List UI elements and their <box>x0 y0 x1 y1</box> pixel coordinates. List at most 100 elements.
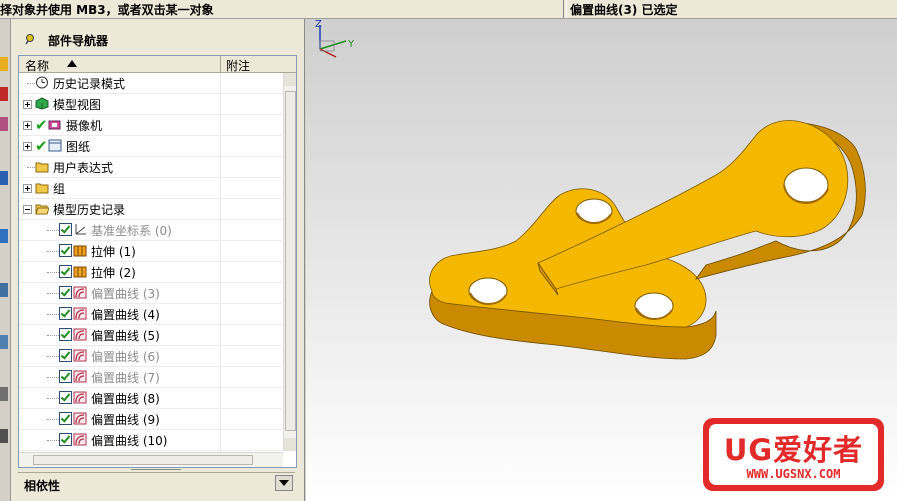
visibility-checkbox[interactable] <box>59 370 72 383</box>
tree-row[interactable]: 偏置曲线 (10) <box>19 430 282 451</box>
tree-row[interactable]: 偏置曲线 (7) <box>19 367 282 388</box>
scroll-up-button[interactable] <box>284 73 296 86</box>
resource-icon-5[interactable] <box>0 229 8 243</box>
navigator-header: 部件导航器 <box>11 27 304 55</box>
tree-row[interactable]: 基准坐标系 (0) <box>19 220 282 241</box>
offset-curve-icon <box>73 328 87 341</box>
dependencies-expand-button[interactable] <box>275 475 293 491</box>
column-divider[interactable] <box>220 56 221 72</box>
tree-row-label: 模型历史记录 <box>53 203 126 217</box>
visibility-checkbox[interactable] <box>59 286 72 299</box>
notes-cell <box>220 430 221 450</box>
tree-expand-icon[interactable] <box>23 100 32 109</box>
triad-y-label: Y <box>347 39 355 50</box>
tree-expand-icon[interactable] <box>23 121 32 130</box>
view-triad[interactable]: Z Y <box>306 19 366 59</box>
tree-row[interactable]: 用户表达式 <box>19 157 282 178</box>
resource-icon-6[interactable] <box>0 283 8 297</box>
tree-row[interactable]: 模型历史记录 <box>19 199 282 220</box>
notes-cell <box>220 367 221 387</box>
folder-icon <box>35 160 49 173</box>
status-selection: 偏置曲线(3) 已选定 <box>570 3 678 17</box>
tree-row-label: 偏置曲线 (5) <box>91 329 160 343</box>
tree-row[interactable]: 偏置曲线 (4) <box>19 304 282 325</box>
tree-row[interactable]: 历史记录模式 <box>19 73 282 94</box>
tree-row[interactable]: 偏置曲线 (3) <box>19 283 282 304</box>
resource-icon-2[interactable] <box>0 87 8 101</box>
resource-icon-7[interactable] <box>0 335 8 349</box>
resource-icon-3[interactable] <box>0 117 8 131</box>
navigator-tree[interactable]: 名称 附注 历史记录模式 模型视图 ✔ 摄像机 ✔ 图纸用户表达式组模型历史记录基准坐标系… <box>18 55 297 468</box>
vertical-scroll-thumb[interactable] <box>285 91 296 431</box>
notes-cell <box>220 136 221 156</box>
column-name-header[interactable]: 名称 <box>25 57 49 74</box>
offset-curve-icon <box>73 307 87 320</box>
camera-icon <box>48 118 62 131</box>
visibility-checkbox[interactable] <box>59 391 72 404</box>
scroll-down-button[interactable] <box>284 438 296 451</box>
active-checkmark-icon: ✔ <box>35 137 48 155</box>
visibility-checkbox[interactable] <box>59 244 72 257</box>
vertical-scrollbar[interactable] <box>283 73 296 451</box>
panel-splitter[interactable] <box>131 465 181 470</box>
resource-icon-9[interactable] <box>0 429 8 443</box>
notes-cell <box>220 409 221 429</box>
offset-curve-icon <box>73 412 87 425</box>
clock-icon <box>35 76 49 89</box>
tree-row-label: 偏置曲线 (4) <box>91 308 160 322</box>
tree-expand-icon[interactable] <box>23 142 32 151</box>
offset-curve-icon <box>73 391 87 404</box>
visibility-checkbox[interactable] <box>59 349 72 362</box>
offset-curve-icon <box>73 433 87 446</box>
tree-row[interactable]: 偏置曲线 (9) <box>19 409 282 430</box>
offset-curve-icon <box>73 370 87 383</box>
tree-row-label: 基准坐标系 (0) <box>91 224 172 238</box>
visibility-checkbox[interactable] <box>59 433 72 446</box>
resource-icon-1[interactable] <box>0 57 8 71</box>
active-checkmark-icon: ✔ <box>35 116 48 134</box>
tree-row-label: 偏置曲线 (3) <box>91 287 160 301</box>
tree-row[interactable]: ✔ 图纸 <box>19 136 282 157</box>
tree-row-label: 图纸 <box>66 140 91 154</box>
tree-expand-icon[interactable] <box>23 184 32 193</box>
notes-cell <box>220 157 221 177</box>
tree-row[interactable]: ✔ 摄像机 <box>19 115 282 136</box>
navigator-pin-icon[interactable] <box>24 33 36 45</box>
resource-icon-4[interactable] <box>0 171 8 185</box>
notes-cell <box>220 262 221 282</box>
tree-collapse-icon[interactable] <box>23 205 32 214</box>
visibility-checkbox[interactable] <box>59 412 72 425</box>
notes-cell <box>220 388 221 408</box>
visibility-checkbox[interactable] <box>59 223 72 236</box>
tree-row[interactable]: 拉伸 (1) <box>19 241 282 262</box>
notes-cell <box>220 346 221 366</box>
visibility-checkbox[interactable] <box>59 265 72 278</box>
resource-icon-8[interactable] <box>0 387 8 401</box>
extrude-icon <box>73 244 87 257</box>
horizontal-scroll-thumb[interactable] <box>33 455 253 465</box>
visibility-checkbox[interactable] <box>59 328 72 341</box>
notes-cell <box>220 241 221 261</box>
extrude-icon <box>73 265 87 278</box>
tree-row[interactable]: 偏置曲线 (6) <box>19 346 282 367</box>
status-bar: 择对象并使用 MB3，或者双击某一对象 偏置曲线(3) 已选定 <box>0 0 897 19</box>
notes-cell <box>220 325 221 345</box>
offset-curve-icon <box>73 349 87 362</box>
tree-row-label: 拉伸 (2) <box>91 266 136 280</box>
folder-icon <box>35 181 49 194</box>
tree-row[interactable]: 偏置曲线 (5) <box>19 325 282 346</box>
notes-cell <box>220 220 221 240</box>
navigator-title: 部件导航器 <box>48 34 109 48</box>
tree-row[interactable]: 拉伸 (2) <box>19 262 282 283</box>
notes-cell <box>220 283 221 303</box>
tree-row-label: 偏置曲线 (6) <box>91 350 160 364</box>
notes-cell <box>220 178 221 198</box>
dependencies-panel: 相依性 <box>18 472 295 495</box>
tree-row[interactable]: 偏置曲线 (8) <box>19 388 282 409</box>
column-notes-header[interactable]: 附注 <box>226 57 250 74</box>
tree-row[interactable]: 模型视图 <box>19 94 282 115</box>
visibility-checkbox[interactable] <box>59 307 72 320</box>
notes-cell <box>220 73 221 93</box>
tree-row[interactable]: 组 <box>19 178 282 199</box>
tree-row-label: 拉伸 (1) <box>91 245 136 259</box>
